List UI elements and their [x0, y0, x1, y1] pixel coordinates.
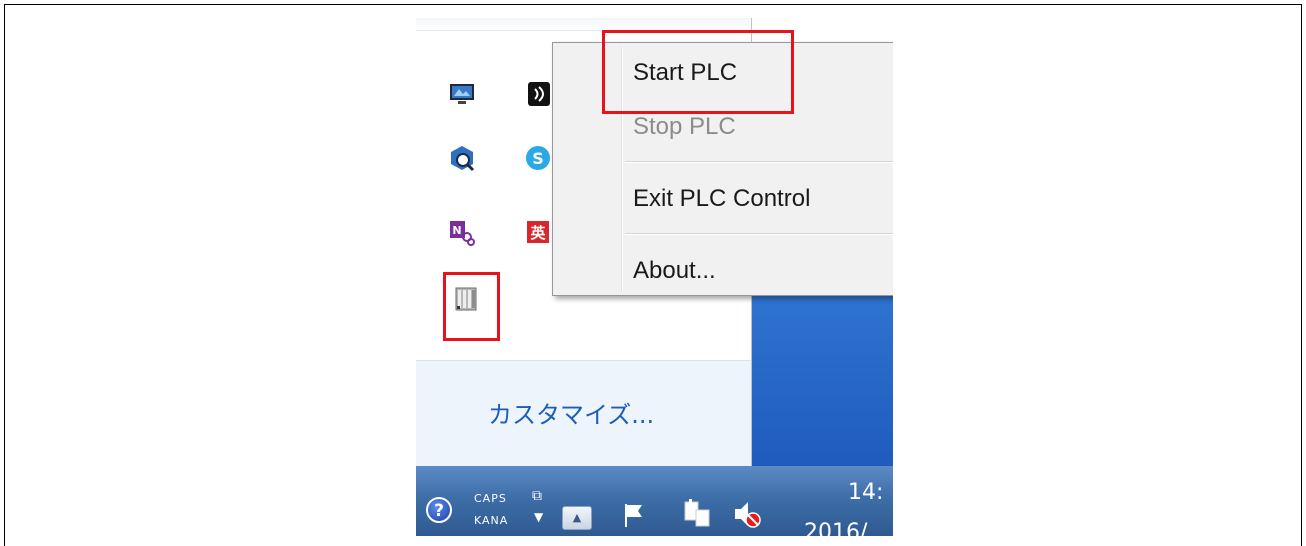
menu-separator	[625, 233, 893, 235]
ime-toolbar-icon[interactable]: ⧉	[532, 488, 542, 504]
menu-item-exit-plc-control[interactable]: Exit PLC Control	[633, 185, 810, 213]
menu-separator	[625, 161, 893, 163]
clock-time[interactable]: 14:	[848, 480, 883, 505]
menu-item-stop-plc[interactable]: Stop PLC	[633, 113, 736, 141]
svg-text:N: N	[452, 224, 461, 237]
action-center-flag-icon[interactable]	[622, 502, 646, 528]
kana-indicator: KANA	[474, 514, 509, 527]
ime-dropdown-icon[interactable]: ▼	[534, 510, 543, 524]
menu-item-about[interactable]: About...	[633, 257, 716, 285]
taskbar: ? CAPS KANA ⧉ ▼ ▲ 14: 2016/	[416, 466, 893, 536]
skype-icon[interactable]: S	[524, 144, 552, 172]
customize-link[interactable]: カスタマイズ...	[488, 395, 654, 430]
onenote-clipper-icon[interactable]: N	[448, 218, 476, 246]
search-app-icon[interactable]	[448, 144, 476, 172]
network-icon[interactable]	[682, 498, 712, 530]
volume-muted-icon[interactable]	[732, 498, 762, 530]
show-hidden-icons-button[interactable]: ▲	[562, 506, 592, 530]
start-plc-highlight	[602, 30, 794, 114]
clock-date[interactable]: 2016/	[804, 520, 867, 536]
svg-text:S: S	[532, 149, 544, 168]
desktop-background	[752, 290, 893, 466]
dark-app-icon[interactable]	[524, 80, 552, 108]
help-icon[interactable]: ?	[426, 497, 452, 523]
screenshot: S N 英 カスタマイズ... Start PLC Stop PLC Exit …	[416, 18, 893, 536]
caps-indicator: CAPS	[474, 492, 507, 505]
svg-text:英: 英	[530, 224, 546, 242]
red-app-icon[interactable]: 英	[524, 218, 552, 246]
plc-icon-highlight	[443, 272, 500, 341]
monitor-app-icon[interactable]	[448, 80, 476, 108]
